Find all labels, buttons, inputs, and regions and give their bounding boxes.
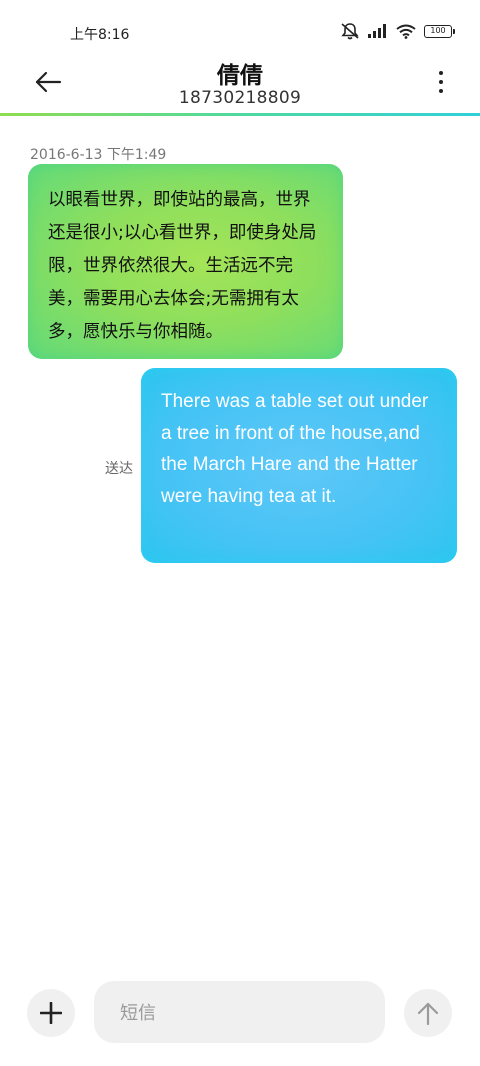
signal-icon [368, 24, 388, 38]
outgoing-message-bubble[interactable]: There was a table set out under a tree i… [141, 368, 457, 563]
sms-input-placeholder: 短信 [120, 1003, 156, 1024]
messaging-screen: 上午8:16 100 倩倩 18730218809 2016-6-13 下午1:… [0, 0, 480, 1066]
sms-input[interactable]: 短信 [94, 981, 385, 1043]
status-bar: 上午8:16 100 [0, 0, 480, 60]
wifi-icon [396, 24, 416, 39]
status-time: 上午8:16 [70, 27, 130, 43]
send-button[interactable] [404, 989, 452, 1037]
header-divider [0, 113, 480, 116]
incoming-message-bubble[interactable]: 以眼看世界，即使站的最高，世界还是很小;以心看世界，即使身处局限，世界依然很大。… [28, 164, 343, 359]
arrow-up-icon [417, 1002, 439, 1025]
delivery-status: 送达 [105, 461, 133, 477]
add-attachment-button[interactable] [27, 989, 75, 1037]
contact-name: 倩倩 [217, 63, 263, 89]
plus-icon [40, 1002, 62, 1024]
mute-icon [340, 22, 360, 40]
more-options-button[interactable] [432, 66, 450, 98]
status-icons: 100 [340, 22, 455, 40]
conversation-header: 倩倩 18730218809 [0, 52, 480, 114]
more-vertical-icon [439, 71, 443, 75]
contact-number: 18730218809 [178, 88, 302, 108]
battery-icon: 100 [424, 24, 455, 38]
battery-level: 100 [430, 25, 446, 35]
message-timestamp: 2016-6-13 下午1:49 [30, 147, 167, 163]
